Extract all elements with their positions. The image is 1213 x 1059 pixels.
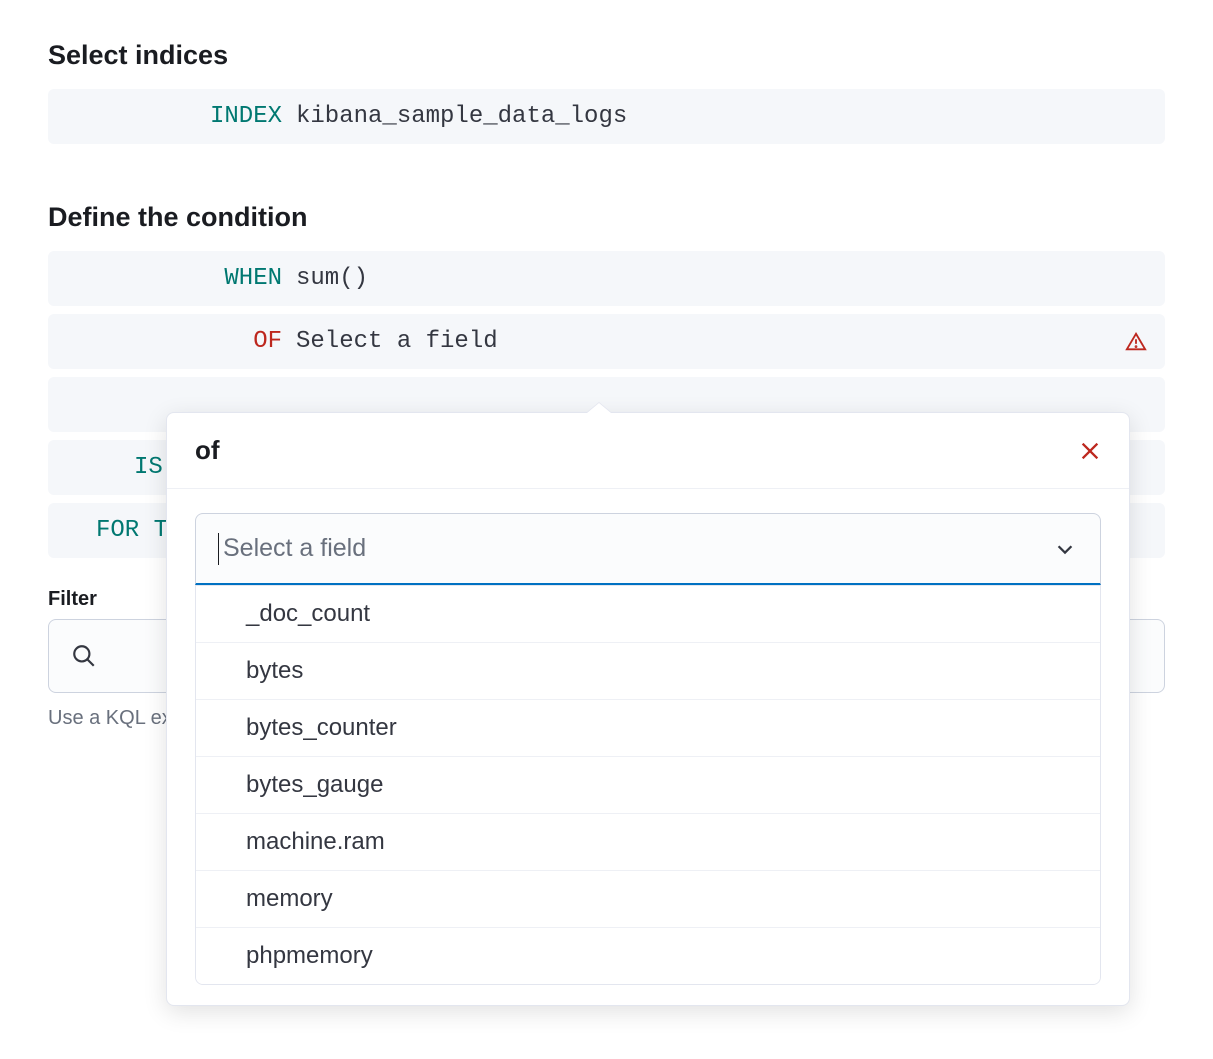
field-option[interactable]: _doc_count [196,586,1100,643]
search-icon [71,643,97,669]
field-option[interactable]: bytes_counter [196,700,1100,757]
field-popover: of Select a field _doc_count bytes bytes… [166,412,1130,1006]
popover-body: Select a field _doc_count bytes bytes_co… [167,489,1129,1005]
keyword-of: OF [64,328,296,355]
field-option[interactable]: phpmemory [196,928,1100,985]
field-select-placeholder: Select a field [223,534,366,563]
field-option[interactable]: machine.ram [196,814,1100,871]
popover-title: of [195,435,220,466]
chevron-down-icon [1054,538,1076,560]
field-select-input[interactable]: Select a field [195,513,1101,585]
of-value: Select a field [296,328,498,355]
blank-placeholder [64,391,92,418]
text-cursor [218,533,219,565]
when-row[interactable]: WHEN sum() [48,251,1165,306]
keyword-when: WHEN [64,265,296,292]
popover-header: of [167,413,1129,489]
field-option[interactable]: bytes_gauge [196,757,1100,814]
close-icon[interactable] [1079,440,1101,462]
of-row[interactable]: OF Select a field [48,314,1165,369]
keyword-index: INDEX [64,103,296,130]
when-value: sum() [296,265,368,292]
warning-icon [1125,331,1147,353]
section-title-indices: Select indices [48,40,1165,71]
index-value: kibana_sample_data_logs [296,103,627,130]
section-title-condition: Define the condition [48,202,1165,233]
field-option[interactable]: memory [196,871,1100,928]
field-options-list[interactable]: _doc_count bytes bytes_counter bytes_gau… [195,585,1101,985]
keyword-is: IS [64,454,177,481]
index-row[interactable]: INDEX kibana_sample_data_logs [48,89,1165,144]
field-option[interactable]: bytes [196,643,1100,700]
